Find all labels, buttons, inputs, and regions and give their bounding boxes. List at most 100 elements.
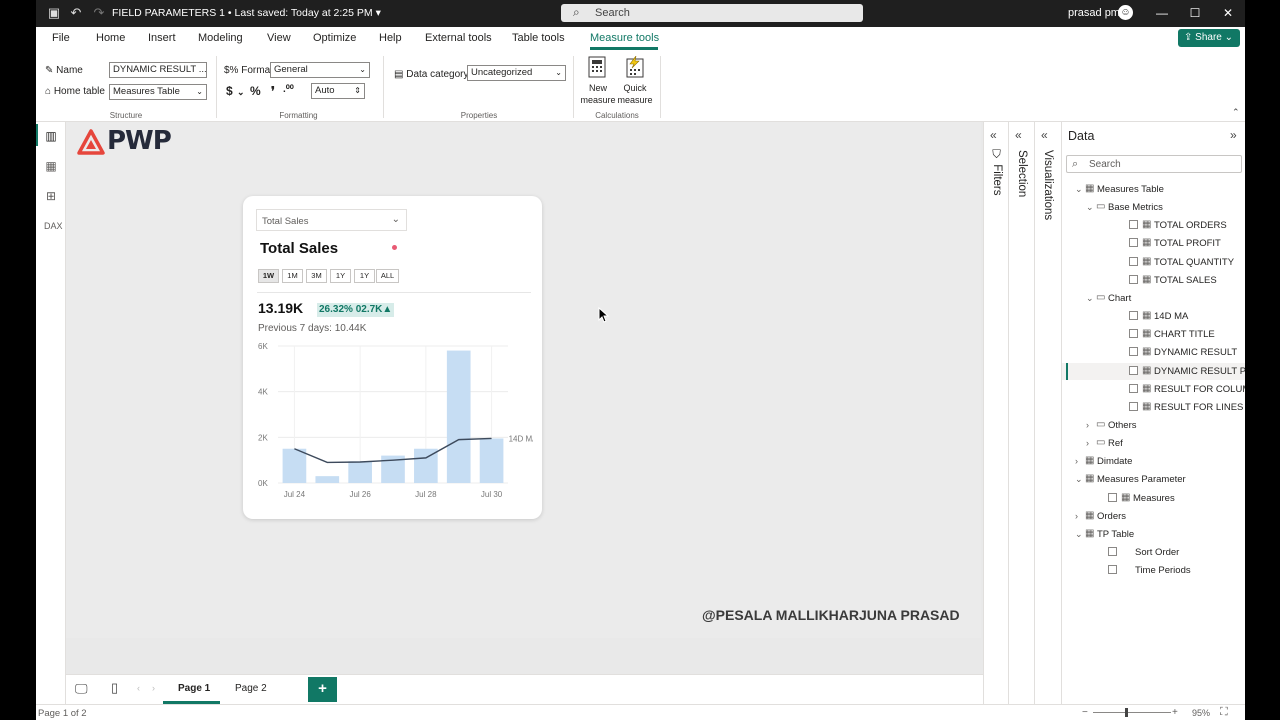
data-search-input[interactable]: ⌕ Search xyxy=(1066,155,1242,173)
menu-table-tools[interactable]: Table tools xyxy=(512,32,565,44)
zoom-slider[interactable] xyxy=(1093,712,1171,713)
zoom-out-icon[interactable]: − xyxy=(1082,707,1088,718)
period-button-1m[interactable]: 1M xyxy=(282,269,303,283)
tree-item[interactable]: › ▦ Orders xyxy=(1062,508,1245,525)
tree-item[interactable]: ▦ TOTAL SALES xyxy=(1062,272,1245,289)
menu-modeling[interactable]: Modeling xyxy=(198,32,243,44)
field-checkbox[interactable] xyxy=(1129,329,1138,339)
tree-item[interactable]: ⌄ ▦ TP Table xyxy=(1062,526,1245,543)
tree-item[interactable]: ⌄ ▦ Measures Table xyxy=(1062,181,1245,198)
field-checkbox[interactable] xyxy=(1108,492,1117,502)
tree-item[interactable]: Time Periods xyxy=(1062,562,1245,579)
collapse-ribbon-icon[interactable]: ⌃ xyxy=(1232,107,1240,118)
minimize-icon[interactable]: — xyxy=(1155,6,1169,20)
field-checkbox[interactable] xyxy=(1129,256,1138,266)
menu-file[interactable]: File xyxy=(52,32,70,44)
zoom-level[interactable]: 95% xyxy=(1192,708,1210,718)
field-checkbox[interactable] xyxy=(1108,565,1117,575)
tree-item[interactable]: ▦ TOTAL QUANTITY xyxy=(1062,254,1245,271)
percent-icon[interactable]: % xyxy=(250,84,261,98)
zoom-slider-thumb[interactable] xyxy=(1125,708,1128,717)
user-name[interactable]: prasad pm xyxy=(1068,7,1120,19)
table-view-icon[interactable]: ▦ xyxy=(44,159,58,173)
chevron-down-icon[interactable]: ⌄ xyxy=(1086,202,1094,213)
collapse-data-pane-icon[interactable]: » xyxy=(1230,128,1237,142)
expand-filters-icon[interactable]: « xyxy=(990,128,997,142)
field-checkbox[interactable] xyxy=(1129,274,1138,284)
field-checkbox[interactable] xyxy=(1108,547,1117,556)
field-checkbox[interactable] xyxy=(1129,347,1138,357)
user-avatar-icon[interactable]: ☺ xyxy=(1118,5,1133,20)
comma-icon[interactable]: ❜ xyxy=(271,84,275,98)
chevron-down-icon[interactable]: ⌄ xyxy=(1075,474,1083,485)
model-view-icon[interactable]: ⊞ xyxy=(44,189,58,203)
menu-optimize[interactable]: Optimize xyxy=(313,32,356,44)
menu-measure-tools[interactable]: Measure tools xyxy=(590,32,659,44)
expand-selection-icon[interactable]: « xyxy=(1015,128,1022,142)
tree-item[interactable]: › ▭ Others xyxy=(1062,417,1245,434)
report-view-icon[interactable]: ▥ xyxy=(44,129,58,143)
field-checkbox[interactable] xyxy=(1129,365,1138,375)
decimal-places-stepper[interactable]: Auto ⇕ xyxy=(311,83,365,99)
report-canvas[interactable]: PWP Total Sales ⌄ Total Sales 1W 1M 3M 1… xyxy=(66,122,983,674)
menu-home[interactable]: Home xyxy=(96,32,125,44)
tree-item[interactable]: ▦ TOTAL ORDERS xyxy=(1062,217,1245,234)
name-field[interactable]: DYNAMIC RESULT ... xyxy=(109,62,207,78)
filters-pane[interactable]: « ⛉ Filters xyxy=(983,122,1008,704)
page-tab-1[interactable]: Page 1 xyxy=(163,675,220,704)
title-chevron-icon[interactable]: ▾ xyxy=(376,7,381,19)
expand-visualizations-icon[interactable]: « xyxy=(1041,128,1048,142)
period-button-1w[interactable]: 1W xyxy=(258,269,279,283)
selection-pane[interactable]: « Selection xyxy=(1008,122,1034,704)
data-category-dropdown[interactable]: Uncategorized ⌄ xyxy=(467,65,566,81)
redo-icon[interactable]: ↷ xyxy=(92,6,106,20)
title-search-box[interactable]: ⌕ Search xyxy=(561,4,863,22)
close-icon[interactable]: ✕ xyxy=(1221,6,1235,20)
tree-item[interactable]: ▦RESULT FOR COLUMNS xyxy=(1062,381,1245,398)
period-button-all[interactable]: ALL xyxy=(376,269,399,283)
tree-item[interactable]: ▦ CHART TITLE xyxy=(1062,326,1245,343)
period-button-3m[interactable]: 3M xyxy=(306,269,327,283)
chart-bar[interactable] xyxy=(479,438,504,483)
chevron-right-icon[interactable]: › xyxy=(1075,511,1078,521)
decimal-icon[interactable]: .⁰⁰ xyxy=(283,84,294,95)
tree-item[interactable]: › ▭ Ref xyxy=(1062,435,1245,452)
tree-item[interactable]: ▦ TOTAL PROFIT xyxy=(1062,235,1245,252)
document-title[interactable]: FIELD PARAMETERS 1 • Last saved: Today a… xyxy=(112,7,381,19)
tree-item[interactable]: ▦ 14D MA xyxy=(1062,308,1245,325)
zoom-in-icon[interactable]: + xyxy=(1172,707,1178,718)
chevron-down-icon[interactable]: ⌄ xyxy=(1086,293,1094,304)
menu-insert[interactable]: Insert xyxy=(148,32,176,44)
chart-bar[interactable] xyxy=(446,350,471,483)
tree-item[interactable]: › ▦ Dimdate xyxy=(1062,453,1245,470)
chevron-down-icon[interactable]: ⌄ xyxy=(1075,529,1083,540)
page-tab-2[interactable]: Page 2 xyxy=(226,675,286,704)
field-checkbox[interactable] xyxy=(1129,401,1138,411)
tree-item[interactable]: ▦ RESULT FOR LINES xyxy=(1062,399,1245,416)
menu-external-tools[interactable]: External tools xyxy=(425,32,492,44)
mobile-layout-icon[interactable]: ▯ xyxy=(111,680,118,696)
new-measure-button[interactable]: New measure xyxy=(580,56,616,108)
period-button-1y-2[interactable]: 1Y xyxy=(354,269,375,283)
tree-item[interactable]: ▦ Measures xyxy=(1062,490,1245,507)
add-page-button[interactable]: + xyxy=(308,677,337,702)
format-dropdown[interactable]: General ⌄ xyxy=(270,62,370,78)
next-page-icon[interactable]: › xyxy=(152,683,155,693)
sales-card-visual[interactable]: Total Sales ⌄ Total Sales 1W 1M 3M 1Y 1Y… xyxy=(243,196,542,519)
tree-item[interactable]: ⌄ ▭ Chart xyxy=(1062,290,1245,307)
menu-help[interactable]: Help xyxy=(379,32,402,44)
field-checkbox[interactable] xyxy=(1129,220,1138,230)
sales-bar-chart[interactable]: 0K 2K 4K 6K 14D MA Jul 24 Jul 26 Jul 28 Jul 30 xyxy=(253,340,533,500)
tree-item[interactable]: Sort Order xyxy=(1062,544,1245,561)
tree-item[interactable]: ⌄ ▦ Measures Parameter xyxy=(1062,471,1245,488)
chart-bar[interactable] xyxy=(315,476,340,483)
save-icon[interactable]: ▣ xyxy=(47,6,61,20)
period-button-1y[interactable]: 1Y xyxy=(330,269,351,283)
tree-item[interactable]: ⌄ ▭ Base Metrics xyxy=(1062,199,1245,216)
stepper-icon[interactable]: ⇕ xyxy=(354,84,361,98)
currency-icon[interactable]: $ xyxy=(226,84,233,98)
quick-measure-button[interactable]: Quick measure xyxy=(617,56,653,108)
fit-to-page-icon[interactable]: ⛶ xyxy=(1220,706,1228,719)
field-checkbox[interactable] xyxy=(1129,238,1138,248)
undo-icon[interactable]: ↶ xyxy=(69,6,83,20)
